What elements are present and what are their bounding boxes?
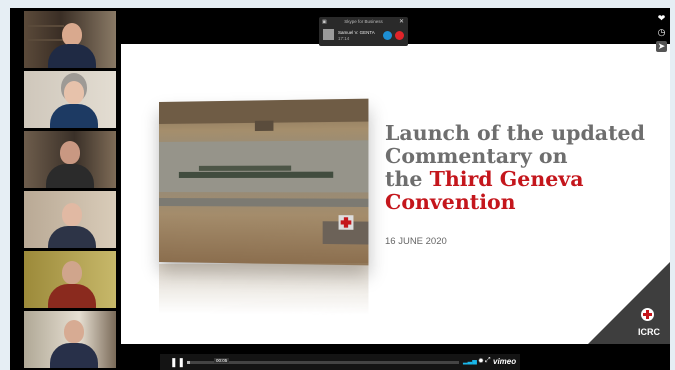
fullscreen-icon[interactable]: ⤢: [485, 357, 491, 365]
title-line-3-plain: the: [385, 167, 430, 191]
skype-window-title: Skype for Business: [344, 19, 383, 24]
call-duration: 17:14: [338, 36, 350, 41]
video-player[interactable]: Launch of the updated Commentary on the …: [10, 8, 670, 370]
participant-tile-4: [24, 191, 116, 248]
settings-icon[interactable]: ✹: [478, 357, 484, 365]
photo-reflection: [159, 262, 369, 316]
title-line-2: Commentary on: [385, 144, 568, 168]
player-controls: ❚❚ 00:05 ▂▃▅ ✹ ⤢ vimeo: [160, 354, 520, 370]
hang-up-button[interactable]: [395, 31, 404, 40]
share-icon[interactable]: ➤: [656, 41, 667, 52]
title-line-3: the Third Geneva: [385, 168, 665, 191]
skype-call-window[interactable]: ▣ Skype for Business ✕ Samuel V. GENTA 1…: [319, 17, 408, 46]
icrc-logo-text: ICRC: [638, 327, 660, 337]
vimeo-logo[interactable]: vimeo: [493, 357, 516, 366]
camp-photo: [159, 98, 369, 266]
caller-avatar: [323, 29, 334, 40]
volume-icon[interactable]: ▂▃▅: [463, 358, 477, 365]
time-badge: 00:05: [214, 358, 230, 363]
title-line-1: Launch of the updated: [385, 121, 645, 145]
heart-icon[interactable]: ❤: [656, 13, 667, 24]
caller-name: Samuel V. GENTA: [338, 30, 375, 35]
progress-fill: [187, 361, 190, 364]
participant-strip: [24, 8, 116, 370]
clock-icon[interactable]: ◷: [656, 27, 667, 38]
participant-tile-2: [24, 71, 116, 128]
participant-tile-3: [24, 131, 116, 188]
pause-icon[interactable]: ❚❚: [170, 357, 185, 367]
title-line-3-red: Third Geneva: [429, 167, 584, 191]
presentation-slide: Launch of the updated Commentary on the …: [121, 44, 670, 344]
participant-tile-5: [24, 251, 116, 308]
slide-date: 16 JUNE 2020: [385, 236, 447, 247]
participant-tile-1: [24, 11, 116, 68]
close-icon[interactable]: ✕: [399, 18, 404, 25]
red-cross-logo-icon: [641, 308, 654, 321]
title-line-4: Convention: [385, 190, 516, 214]
participant-tile-6: [24, 311, 116, 368]
mute-button[interactable]: [383, 31, 392, 40]
progress-bar[interactable]: 00:05: [187, 358, 459, 364]
slide-title: Launch of the updated Commentary on the …: [385, 122, 665, 214]
